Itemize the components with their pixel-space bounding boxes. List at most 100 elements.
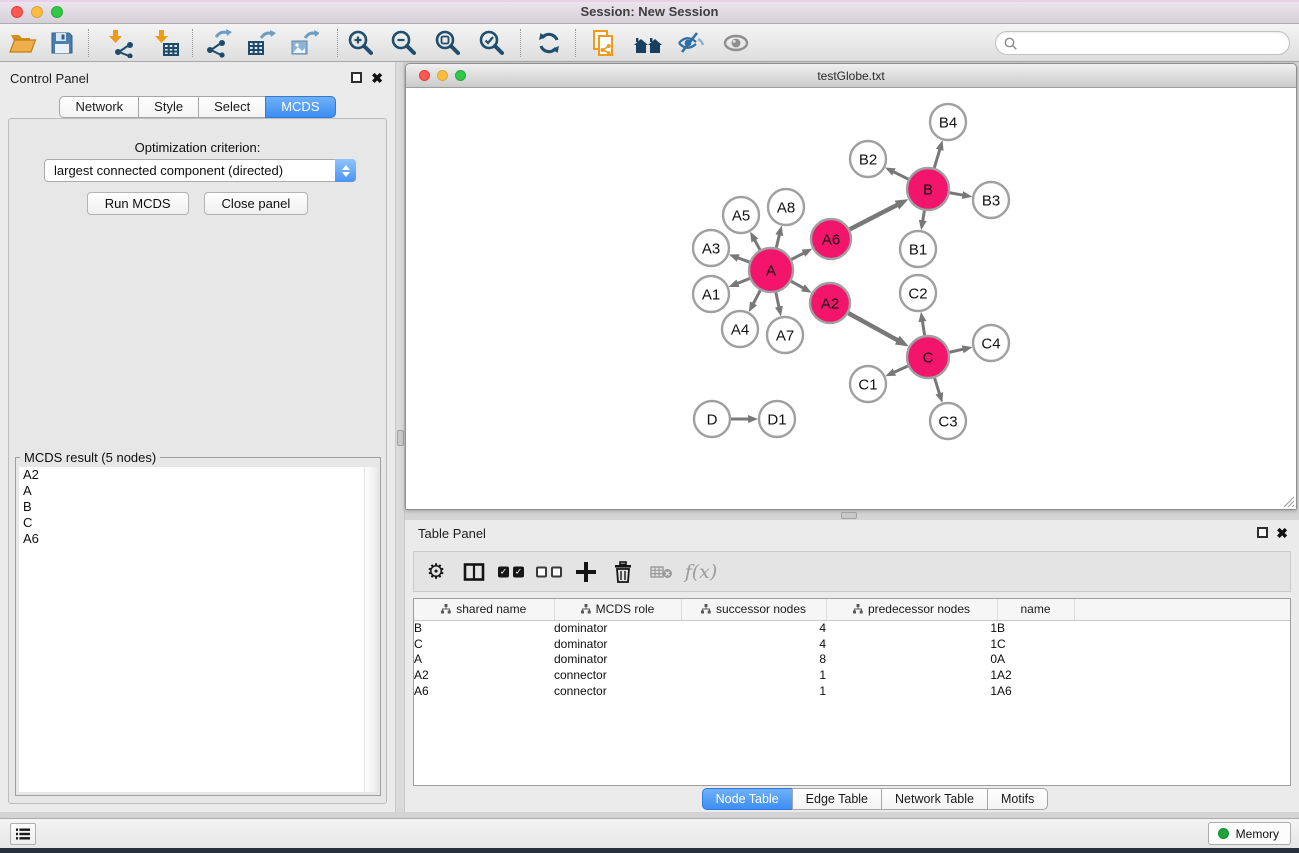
- tab-style[interactable]: Style: [138, 96, 199, 118]
- dropdown-stepper-icon[interactable]: [335, 159, 356, 182]
- mcds-result-item[interactable]: A: [19, 483, 365, 499]
- tab-network-table[interactable]: Network Table: [881, 788, 988, 810]
- open-file-icon[interactable]: [6, 28, 40, 58]
- criterion-dropdown[interactable]: largest connected component (directed): [44, 159, 356, 182]
- table-cell[interactable]: A2: [414, 667, 554, 683]
- delete-column-icon[interactable]: [613, 561, 633, 583]
- graph-edge-A-A4[interactable]: [753, 290, 760, 304]
- network-canvas[interactable]: B4B2BB3A5A8A6B1A3AA1C2A2A4A7C4CC1C3DD1: [406, 89, 1296, 509]
- tab-mcds[interactable]: MCDS: [265, 96, 335, 118]
- table-cell[interactable]: dominator: [554, 636, 681, 652]
- deselect-all-checkboxes-icon[interactable]: [536, 566, 562, 577]
- refresh-view-icon[interactable]: [532, 28, 566, 58]
- table-settings-icon[interactable]: ⚙: [427, 561, 446, 582]
- select-all-checkboxes-icon[interactable]: ✓✓: [498, 566, 524, 577]
- tab-select[interactable]: Select: [198, 96, 266, 118]
- column-header-MCDS-role[interactable]: MCDS role: [554, 599, 681, 620]
- graph-edge-C-C3[interactable]: [935, 378, 940, 394]
- graph-edge-A-A5[interactable]: [754, 240, 760, 250]
- network-graph[interactable]: B4B2BB3A5A8A6B1A3AA1C2A2A4A7C4CC1C3DD1: [406, 89, 1296, 509]
- tab-network[interactable]: Network: [59, 96, 139, 118]
- mcds-result-item[interactable]: B: [19, 499, 365, 515]
- graph-edge-A-A6[interactable]: [791, 253, 804, 260]
- graph-edge-A-A3[interactable]: [737, 258, 749, 262]
- table-cell[interactable]: 1: [826, 667, 997, 683]
- net-close-button[interactable]: [419, 70, 430, 81]
- graph-edge-C-C2[interactable]: [922, 321, 924, 336]
- table-cell[interactable]: A6: [997, 683, 1074, 699]
- graph-edge-B-B1[interactable]: [923, 211, 925, 222]
- new-network-from-selection-icon[interactable]: [587, 28, 621, 58]
- table-row[interactable]: A6connector11A6: [414, 683, 1290, 699]
- table-cell[interactable]: 1: [826, 620, 997, 636]
- minimize-window-button[interactable]: [31, 6, 43, 18]
- table-cell[interactable]: A: [414, 652, 554, 668]
- table-cell[interactable]: B: [414, 620, 554, 636]
- table-cell[interactable]: A: [997, 652, 1074, 668]
- table-cell[interactable]: A2: [997, 667, 1074, 683]
- table-cell[interactable]: C: [414, 636, 554, 652]
- task-history-button[interactable]: [10, 823, 36, 845]
- table-cell[interactable]: dominator: [554, 620, 681, 636]
- table-cell[interactable]: 4: [681, 620, 826, 636]
- table-cell[interactable]: C: [997, 636, 1074, 652]
- export-table-icon[interactable]: [244, 28, 278, 58]
- save-session-icon[interactable]: [45, 28, 79, 58]
- graph-edge-B-B4[interactable]: [934, 149, 940, 168]
- tab-motifs[interactable]: Motifs: [987, 788, 1048, 810]
- column-header-predecessor-nodes[interactable]: predecessor nodes: [826, 599, 997, 620]
- table-row[interactable]: Cdominator41C: [414, 636, 1290, 652]
- table-cell[interactable]: B: [997, 620, 1074, 636]
- run-mcds-button[interactable]: Run MCDS: [87, 192, 189, 215]
- zoom-selected-icon[interactable]: [475, 28, 509, 58]
- table-cell[interactable]: 0: [826, 652, 997, 668]
- zoom-out-icon[interactable]: [387, 28, 421, 58]
- table-cell[interactable]: 4: [681, 636, 826, 652]
- mcds-result-item[interactable]: C: [19, 515, 365, 531]
- import-table-icon[interactable]: [149, 28, 183, 58]
- table-cell[interactable]: connector: [554, 683, 681, 699]
- table-row[interactable]: A2connector11A2: [414, 667, 1290, 683]
- graph-edge-A6-B[interactable]: [850, 205, 898, 230]
- graph-edge-B-B2[interactable]: [893, 172, 908, 180]
- table-row[interactable]: Adominator80A: [414, 652, 1290, 668]
- graph-edge-A2-C[interactable]: [848, 313, 898, 340]
- node-table[interactable]: shared nameMCDS rolesuccessor nodesprede…: [414, 599, 1290, 699]
- table-float-panel-icon[interactable]: [1257, 527, 1268, 538]
- window-resize-grip[interactable]: [1282, 495, 1295, 508]
- column-organize-icon[interactable]: [464, 563, 485, 581]
- float-panel-icon[interactable]: [351, 72, 362, 83]
- table-cell[interactable]: connector: [554, 667, 681, 683]
- net-minimize-button[interactable]: [437, 70, 448, 81]
- table-cell[interactable]: 8: [681, 652, 826, 668]
- graph-edge-A-A1[interactable]: [737, 279, 750, 284]
- mcds-result-item[interactable]: A2: [19, 467, 365, 483]
- graph-edge-C-C4[interactable]: [949, 349, 963, 352]
- tab-edge-table[interactable]: Edge Table: [792, 788, 882, 810]
- table-cell[interactable]: dominator: [554, 652, 681, 668]
- graph-edge-B-B3[interactable]: [950, 193, 964, 195]
- mcds-result-list[interactable]: A2ABCA6: [19, 467, 365, 792]
- first-neighbors-icon[interactable]: [631, 28, 665, 58]
- close-panel-button[interactable]: Close panel: [204, 192, 309, 215]
- search-input[interactable]: [1022, 34, 1282, 52]
- vertical-divider-grip[interactable]: [397, 430, 404, 446]
- network-window-titlebar[interactable]: testGlobe.txt: [406, 64, 1296, 88]
- table-close-panel-icon[interactable]: ✖: [1276, 527, 1288, 539]
- table-cell[interactable]: 1: [681, 667, 826, 683]
- close-panel-icon[interactable]: ✖: [371, 72, 383, 84]
- export-network-icon[interactable]: [201, 28, 235, 58]
- zoom-window-button[interactable]: [51, 6, 63, 18]
- horizontal-divider-grip[interactable]: [841, 512, 857, 519]
- tab-node-table[interactable]: Node Table: [702, 788, 793, 810]
- mcds-result-item[interactable]: A6: [19, 531, 365, 547]
- column-header-successor-nodes[interactable]: successor nodes: [681, 599, 826, 620]
- table-row[interactable]: Bdominator41B: [414, 620, 1290, 636]
- graph-edge-A-A8[interactable]: [776, 234, 779, 247]
- close-window-button[interactable]: [11, 6, 23, 18]
- export-image-icon[interactable]: [287, 28, 321, 58]
- zoom-in-icon[interactable]: [344, 28, 378, 58]
- memory-button[interactable]: Memory: [1208, 822, 1291, 845]
- graph-edge-A-A2[interactable]: [791, 281, 804, 288]
- graph-edge-C-C1[interactable]: [894, 366, 908, 372]
